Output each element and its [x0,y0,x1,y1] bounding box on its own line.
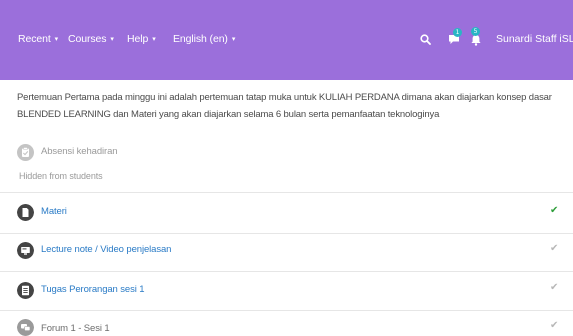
notification-count-badge: 5 [471,27,480,36]
activity-materi: Materi ✔ [0,193,573,233]
messages-button[interactable]: 1 [448,28,466,46]
caret-down-icon: ▾ [231,36,236,43]
forum-icon [17,319,34,336]
attendance-icon [17,144,34,161]
nav-language-label: English (en) [173,33,228,45]
message-count-badge: 1 [453,28,462,37]
file-icon [17,204,34,221]
hidden-from-students-note: Hidden from students [19,171,103,181]
activity-assignment: Tugas Perorangan sesi 1 ✔ [0,272,573,310]
activity-title-link[interactable]: Lecture note / Video penjelasan [41,244,171,255]
completion-check-icon[interactable]: ✔ [550,243,558,254]
activity-attendance: Absensi kehadiran Hidden from students [0,138,573,192]
activity-lecture-note: Lecture note / Video penjelasan ✔ [0,234,573,271]
activity-title-link[interactable]: Forum 1 - Sesi 1 [41,323,110,334]
activity-title-link[interactable]: Tugas Perorangan sesi 1 [41,284,145,295]
completion-check-icon[interactable]: ✔ [550,320,558,331]
activity-title-link[interactable]: Materi [41,206,67,217]
nav-language-menu[interactable]: English (en) ▾ [173,33,235,45]
user-menu[interactable]: Sunardi Staff iSLS - I [496,33,573,45]
activity-title-link[interactable]: Absensi kehadiran [41,146,118,157]
caret-down-icon: ▾ [152,36,156,43]
search-icon[interactable] [420,34,431,45]
nav-recent-label: Recent [18,33,51,45]
nav-help-menu[interactable]: Help ▾ [127,33,156,45]
assignment-icon [17,282,34,299]
activity-forum: Forum 1 - Sesi 1 ✔ [0,311,573,336]
nav-courses-menu[interactable]: Courses ▾ [68,33,114,45]
navbar: Recent ▾ Courses ▾ Help ▾ English (en) ▾ 1 5… [0,0,573,80]
nav-help-label: Help [127,33,149,45]
notifications-button[interactable]: 5 [469,27,487,46]
completion-check-icon[interactable]: ✔ [550,205,558,216]
caret-down-icon: ▾ [54,36,59,43]
section-summary: Pertemuan Pertama pada minggu ini adalah… [17,92,552,120]
nav-recent-menu[interactable]: Recent ▾ [18,33,58,45]
url-icon [17,242,34,259]
completion-check-icon[interactable]: ✔ [550,282,558,293]
caret-down-icon: ▾ [110,36,114,43]
nav-courses-label: Courses [68,33,107,45]
